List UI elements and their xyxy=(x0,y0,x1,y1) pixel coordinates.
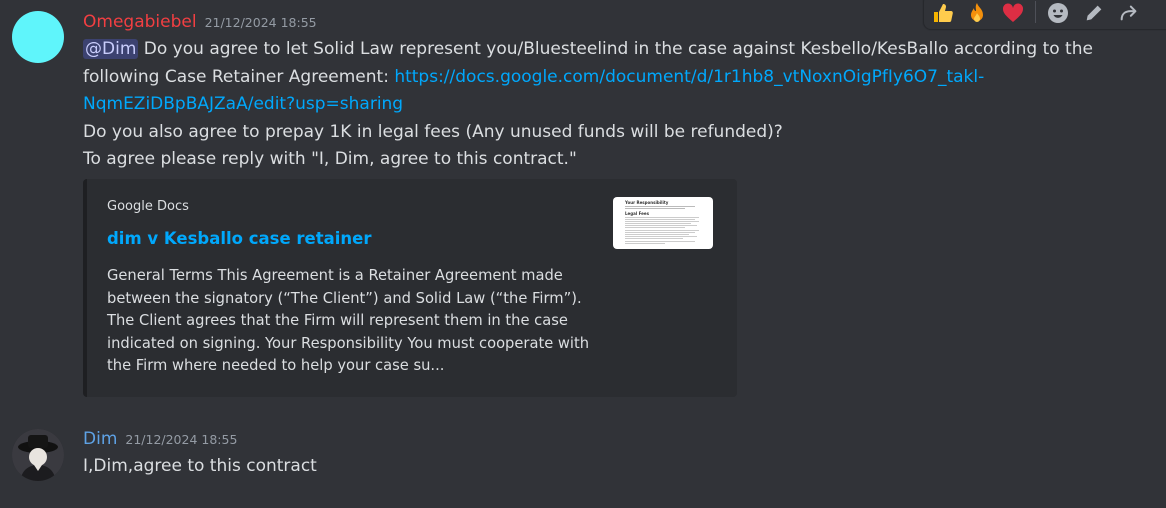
message-content: I,Dim,agree to this contract xyxy=(83,453,317,481)
message-text: I,Dim,agree to this contract xyxy=(83,456,317,476)
embed-description-line: The Client agrees that the Firm will rep… xyxy=(107,312,568,329)
document-link[interactable]: NqmEZiDBpBAJZaA/edit?usp=sharing xyxy=(83,94,403,114)
avatar[interactable] xyxy=(12,429,64,481)
embed-thumbnail[interactable]: Your Responsibility Legal Fees xyxy=(613,197,713,249)
thumbnail-heading: Your Responsibility xyxy=(625,200,669,205)
add-reaction-icon[interactable] xyxy=(1045,0,1071,26)
message-text: Do you agree to let Solid Law represent … xyxy=(138,39,1093,59)
message-text: Do you also agree to prepay 1K in legal … xyxy=(83,121,783,142)
message-text: following Case Retainer Agreement: xyxy=(83,66,395,87)
message-actions-toolbar xyxy=(923,0,1166,30)
reply-icon[interactable] xyxy=(1116,0,1142,26)
link-embed: Google Docs dim v Kesballo case retainer… xyxy=(83,179,737,397)
thumbs-up-icon[interactable] xyxy=(930,0,956,26)
embed-provider[interactable]: Google Docs xyxy=(107,199,189,214)
message-content: @Dim Do you agree to let Solid Law repre… xyxy=(83,36,1143,174)
embed-description-line: the Firm where needed to help your case … xyxy=(107,357,445,374)
fire-icon[interactable] xyxy=(964,0,990,26)
thumbnail-subheading: Legal Fees xyxy=(625,211,649,216)
author-name[interactable]: Dim xyxy=(83,429,117,449)
message-header: Omegabiebel 21/12/2024 18:55 xyxy=(83,12,317,32)
edit-icon[interactable] xyxy=(1081,0,1107,26)
user-mention[interactable]: @Dim xyxy=(83,39,139,59)
document-link[interactable]: https://docs.google.com/document/d/1r1hb… xyxy=(394,67,984,87)
avatar[interactable] xyxy=(12,11,64,63)
message-dim: Dim 21/12/2024 18:55 I,Dim,agree to this … xyxy=(0,420,1166,508)
embed-description: General Terms This Agreement is a Retain… xyxy=(107,265,597,378)
message-text: To agree please reply with "I, Dim, agre… xyxy=(83,149,577,169)
embed-description-line: between the signatory (“The Client”) and… xyxy=(107,289,582,307)
embed-title[interactable]: dim v Kesballo case retainer xyxy=(107,229,372,248)
embed-description-line: indicated on signing. Your Responsibilit… xyxy=(107,334,590,352)
embed-description-line: General Terms This Agreement is a Retain… xyxy=(107,267,563,284)
heart-icon[interactable] xyxy=(1000,0,1026,26)
toolbar-divider xyxy=(1035,1,1036,23)
message-omegabiebel: Omegabiebel 21/12/2024 18:55 @Dim Do you … xyxy=(0,0,1166,400)
timestamp: 21/12/2024 18:55 xyxy=(125,432,238,447)
author-name[interactable]: Omegabiebel xyxy=(83,12,197,32)
message-header: Dim 21/12/2024 18:55 xyxy=(83,429,237,449)
timestamp: 21/12/2024 18:55 xyxy=(204,15,317,30)
